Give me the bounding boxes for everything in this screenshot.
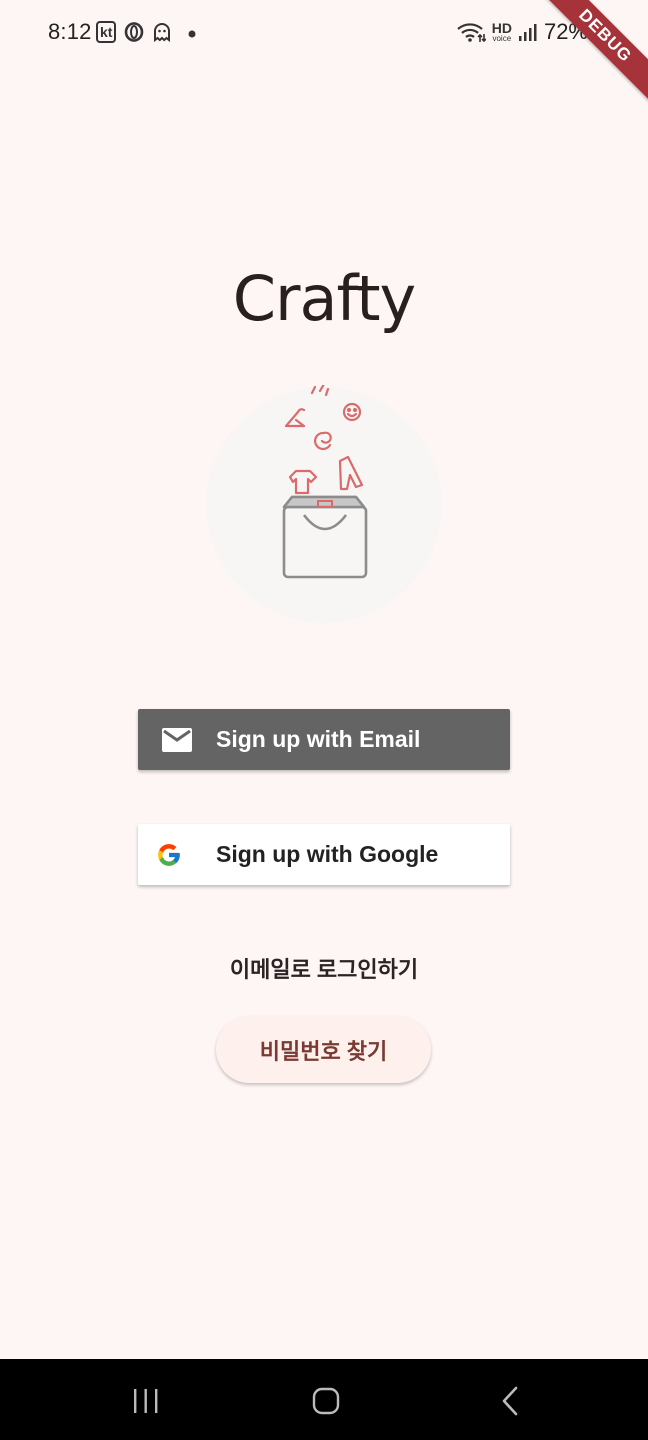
- navigation-bar: [0, 1359, 648, 1440]
- dot-icon: [188, 30, 196, 38]
- signup-email-button[interactable]: Sign up with Email: [138, 709, 510, 770]
- back-icon[interactable]: [490, 1381, 530, 1421]
- find-password-label: 비밀번호 찾기: [259, 1038, 388, 1064]
- shopping-bag-illustration: [206, 382, 442, 625]
- voice-label: voice: [492, 34, 512, 43]
- home-icon[interactable]: [306, 1381, 346, 1421]
- app-title: Crafty: [232, 262, 417, 335]
- status-icons-left: kt: [96, 21, 202, 43]
- hd-voice-icon: HD voice: [492, 21, 512, 43]
- google-logo-icon: [156, 842, 182, 868]
- signup-google-label: Sign up with Google: [216, 841, 439, 867]
- find-password-button[interactable]: 비밀번호 찾기: [216, 1016, 431, 1083]
- wifi-icon: [456, 23, 486, 43]
- status-time: 8:12: [48, 19, 92, 44]
- signal-icon: [518, 24, 537, 41]
- signup-google-button[interactable]: Sign up with Google: [138, 824, 510, 885]
- recent-apps-icon[interactable]: [126, 1381, 166, 1421]
- login-screen: 8:12 kt HD voice 72% DEBUG Crafty Sign u…: [0, 0, 648, 1440]
- carrier-badge: kt: [96, 21, 117, 43]
- email-icon: [162, 727, 192, 752]
- signup-email-label: Sign up with Email: [216, 726, 421, 752]
- status-bar: 8:12 kt HD voice 72%: [0, 0, 648, 66]
- ghost-icon: [154, 23, 171, 42]
- hd-label: HD: [491, 20, 512, 36]
- login-email-link[interactable]: 이메일로 로그인하기: [0, 952, 648, 984]
- opera-icon: [125, 22, 144, 42]
